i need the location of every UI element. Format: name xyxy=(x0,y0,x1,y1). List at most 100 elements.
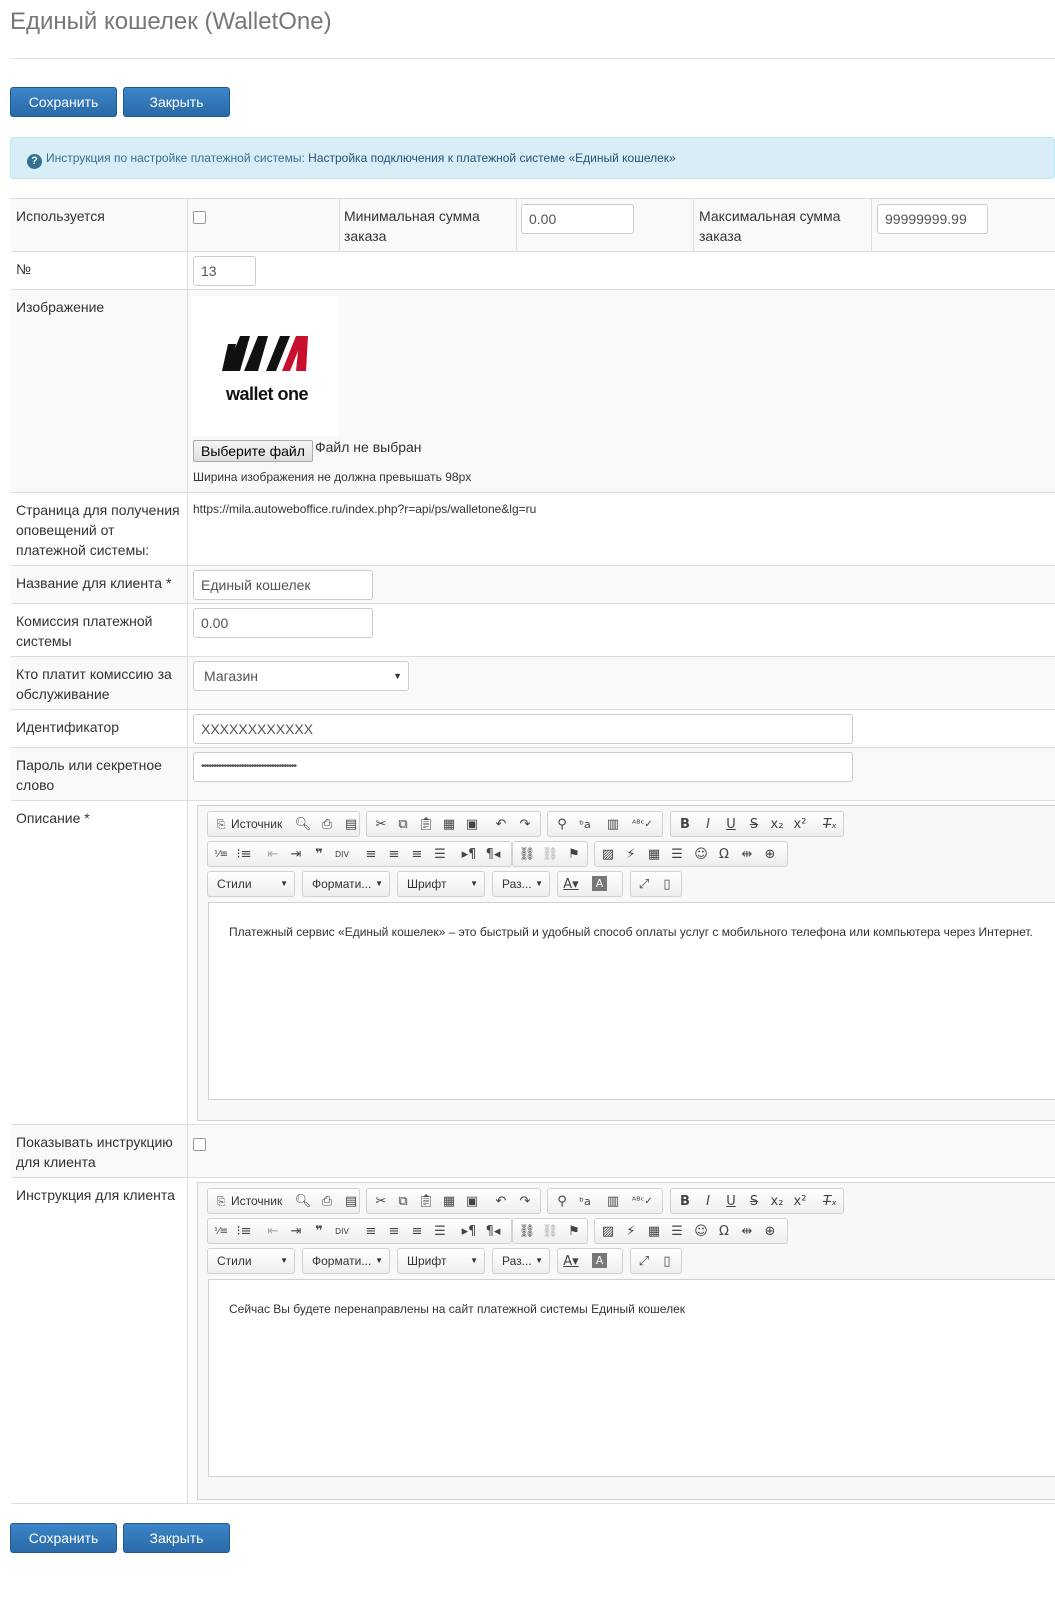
iframe-icon[interactable]: ⊕ xyxy=(761,1223,779,1240)
superscript-icon[interactable]: x² xyxy=(791,816,809,833)
paste-text-icon[interactable]: ▦ xyxy=(440,1193,458,1210)
undo-icon[interactable]: ↶ xyxy=(492,1193,510,1210)
number-input[interactable]: 13 xyxy=(193,256,256,286)
align-right-icon[interactable]: ≡ xyxy=(408,846,426,863)
copy-icon[interactable]: ⧉ xyxy=(394,1193,412,1210)
align-left-icon[interactable]: ≡ xyxy=(362,1223,380,1240)
rtl-icon[interactable]: ¶◂ xyxy=(484,1223,502,1240)
max-sum-input[interactable]: 99999999.99 xyxy=(877,204,988,234)
div-icon[interactable]: DIV xyxy=(333,846,351,863)
align-left-icon[interactable]: ≡ xyxy=(362,846,380,863)
choose-file-button[interactable]: Выберите файл xyxy=(193,440,313,462)
client-name-input[interactable]: Единый кошелек xyxy=(193,570,373,600)
size-combo[interactable]: Раз... ▼ xyxy=(492,871,550,897)
align-justify-icon[interactable]: ☰ xyxy=(431,846,449,863)
paste-word-icon[interactable]: ▣ xyxy=(463,816,481,833)
show-instruction-checkbox[interactable] xyxy=(193,1138,206,1151)
italic-icon[interactable]: I xyxy=(699,1193,717,1210)
bulleted-list-icon[interactable]: ⁝≡ xyxy=(235,846,253,863)
min-sum-input[interactable]: 0.00 xyxy=(521,204,634,234)
paste-icon[interactable]: 📋︎ xyxy=(417,816,435,833)
numbered-list-icon[interactable]: ⅟≡ xyxy=(212,846,230,863)
used-checkbox[interactable] xyxy=(193,211,206,224)
select-all-icon[interactable]: ▥ xyxy=(604,816,622,833)
description-text-area[interactable]: Платежный сервис «Единый кошелек» – это … xyxy=(208,902,1055,1100)
bold-icon[interactable]: B xyxy=(676,1193,694,1210)
image-icon[interactable]: ▨ xyxy=(599,1223,617,1240)
description-editor[interactable]: ⎘ Источник 🔍︎ ⎙ ▤ ✂ ⧉ 📋︎ ▦ ▣ ↶ ↷ ⚲ ᵇa ▥ … xyxy=(197,805,1055,1121)
format-combo[interactable]: Формати... ▼ xyxy=(302,871,390,897)
align-justify-icon[interactable]: ☰ xyxy=(431,1223,449,1240)
select-all-icon[interactable]: ▥ xyxy=(604,1193,622,1210)
font-combo[interactable]: Шрифт ▼ xyxy=(397,871,485,897)
save-button[interactable]: Сохранить xyxy=(10,87,117,117)
page-break-icon[interactable]: ⇹ xyxy=(738,1223,756,1240)
instruction-editor[interactable]: ⎘ Источник 🔍︎ ⎙ ▤ ✂ ⧉ 📋︎ ▦ ▣ ↶ ↷ ⚲ ᵇa ▥ … xyxy=(197,1182,1055,1500)
subscript-icon[interactable]: x₂ xyxy=(768,816,786,833)
close-button[interactable]: Закрыть xyxy=(123,87,230,117)
undo-icon[interactable]: ↶ xyxy=(492,816,510,833)
align-right-icon[interactable]: ≡ xyxy=(408,1223,426,1240)
paste-icon[interactable]: 📋︎ xyxy=(417,1193,435,1210)
show-blocks-icon[interactable]: ▯ xyxy=(658,1253,676,1270)
iframe-icon[interactable]: ⊕ xyxy=(761,846,779,863)
flash-icon[interactable]: ⚡ xyxy=(622,1223,640,1240)
close-button-bottom[interactable]: Закрыть xyxy=(123,1523,230,1553)
styles-combo[interactable]: Стили ▼ xyxy=(207,1248,295,1274)
cut-icon[interactable]: ✂ xyxy=(372,1193,390,1210)
outdent-icon[interactable]: ⇤ xyxy=(264,1223,282,1240)
numbered-list-icon[interactable]: ⅟≡ xyxy=(212,1223,230,1240)
bold-icon[interactable]: B xyxy=(676,816,694,833)
show-blocks-icon[interactable]: ▯ xyxy=(658,876,676,893)
text-color-icon[interactable]: A▾ xyxy=(562,876,580,893)
indent-icon[interactable]: ⇥ xyxy=(287,846,305,863)
special-char-icon[interactable]: Ω xyxy=(715,1223,733,1240)
identifier-input[interactable]: XXXXXXXXXXXX xyxy=(193,714,853,744)
print-icon[interactable]: ⎙ xyxy=(318,1193,336,1210)
subscript-icon[interactable]: x₂ xyxy=(768,1193,786,1210)
print-icon[interactable]: ⎙ xyxy=(318,816,336,833)
anchor-icon[interactable]: ⚑ xyxy=(565,1223,583,1240)
smiley-icon[interactable]: ☺ xyxy=(692,846,710,863)
cut-icon[interactable]: ✂ xyxy=(372,816,390,833)
find-icon[interactable]: ⚲ xyxy=(553,816,571,833)
paste-text-icon[interactable]: ▦ xyxy=(440,816,458,833)
text-color-icon[interactable]: A▾ xyxy=(562,1253,580,1270)
flash-icon[interactable]: ⚡ xyxy=(622,846,640,863)
smiley-icon[interactable]: ☺ xyxy=(692,1223,710,1240)
copy-icon[interactable]: ⧉ xyxy=(394,816,412,833)
ltr-icon[interactable]: ▸¶ xyxy=(460,846,478,863)
source-button[interactable]: Источник xyxy=(231,1194,282,1208)
templates-icon[interactable]: ▤ xyxy=(342,816,360,833)
unlink-icon[interactable]: ⛓ xyxy=(541,846,559,863)
underline-icon[interactable]: U xyxy=(722,816,740,833)
horizontal-rule-icon[interactable]: ☰ xyxy=(668,846,686,863)
horizontal-rule-icon[interactable]: ☰ xyxy=(668,1223,686,1240)
preview-icon[interactable]: 🔍︎ xyxy=(294,816,312,833)
password-input[interactable]: •••••••••••••••••••••••••••••••••••••• xyxy=(193,752,853,782)
payer-select[interactable]: Магазин ▼ xyxy=(193,661,409,691)
link-icon[interactable]: ⛓ xyxy=(518,846,536,863)
remove-format-icon[interactable]: T̶ₓ xyxy=(821,1193,839,1210)
remove-format-icon[interactable]: T̶ₓ xyxy=(821,816,839,833)
anchor-icon[interactable]: ⚑ xyxy=(565,846,583,863)
superscript-icon[interactable]: x² xyxy=(791,1193,809,1210)
bulleted-list-icon[interactable]: ⁝≡ xyxy=(235,1223,253,1240)
find-icon[interactable]: ⚲ xyxy=(553,1193,571,1210)
maximize-icon[interactable]: ⤢ xyxy=(635,1253,653,1270)
save-button-bottom[interactable]: Сохранить xyxy=(10,1523,117,1553)
templates-icon[interactable]: ▤ xyxy=(342,1193,360,1210)
blockquote-icon[interactable]: ❞ xyxy=(310,1223,328,1240)
blockquote-icon[interactable]: ❞ xyxy=(310,846,328,863)
align-center-icon[interactable]: ≡ xyxy=(385,846,403,863)
size-combo[interactable]: Раз... ▼ xyxy=(492,1248,550,1274)
source-icon[interactable]: ⎘ xyxy=(212,1193,230,1210)
italic-icon[interactable]: I xyxy=(699,816,717,833)
maximize-icon[interactable]: ⤢ xyxy=(635,876,653,893)
spellcheck-icon[interactable]: ᴬᴮᶜ✓ xyxy=(632,1193,653,1210)
font-combo[interactable]: Шрифт ▼ xyxy=(397,1248,485,1274)
strike-icon[interactable]: S xyxy=(745,816,763,833)
indent-icon[interactable]: ⇥ xyxy=(287,1223,305,1240)
preview-icon[interactable]: 🔍︎ xyxy=(294,1193,312,1210)
rtl-icon[interactable]: ¶◂ xyxy=(484,846,502,863)
